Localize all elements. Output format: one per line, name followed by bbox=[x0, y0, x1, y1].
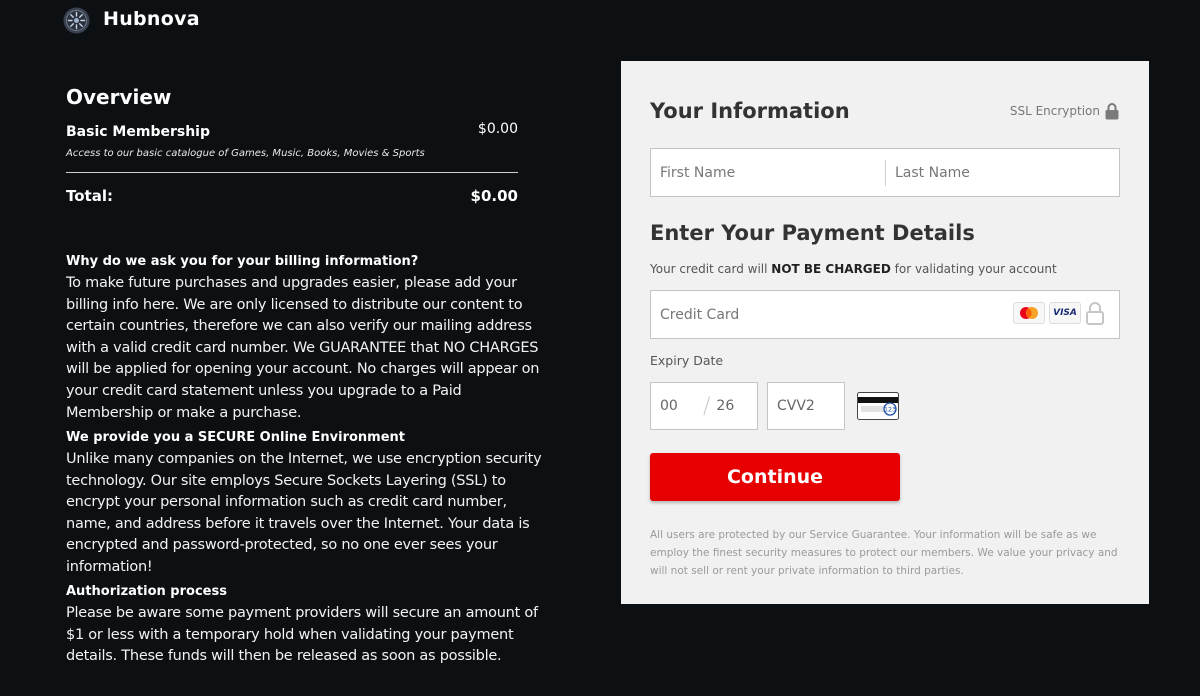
section-heading: Authorization process bbox=[66, 584, 227, 599]
cvv-field bbox=[767, 382, 845, 430]
cvv-card-number: 123 bbox=[884, 406, 896, 413]
section-heading: We provide you a SECURE Online Environme… bbox=[66, 430, 405, 445]
credit-card-input[interactable] bbox=[651, 291, 991, 338]
membership-price: $0.00 bbox=[477, 121, 518, 137]
expiry-separator: / bbox=[703, 393, 711, 419]
order-overview: Overview Basic Membership $0.00 Access t… bbox=[66, 84, 551, 209]
site-header: Hubnova bbox=[0, 0, 1200, 40]
payment-subtitle: Your credit card will NOT BE CHARGED for… bbox=[650, 262, 1057, 276]
payment-subtitle-bold: NOT BE CHARGED bbox=[771, 262, 891, 276]
card-brand-logos: VISA bbox=[1013, 301, 1105, 325]
credit-card-field: VISA bbox=[650, 290, 1120, 339]
your-information-title: Your Information bbox=[650, 99, 850, 123]
hubnova-logo-icon[interactable] bbox=[63, 7, 90, 34]
name-fields bbox=[650, 148, 1120, 197]
secure-environment-section: We provide you a SECURE Online Environme… bbox=[66, 430, 551, 579]
cvv-input[interactable] bbox=[768, 383, 844, 429]
membership-description: Access to our basic catalogue of Games, … bbox=[66, 148, 425, 159]
mastercard-icon bbox=[1013, 302, 1045, 324]
lock-icon bbox=[1105, 103, 1119, 120]
visa-icon: VISA bbox=[1049, 302, 1081, 324]
section-heading: Why do we ask you for your billing infor… bbox=[66, 254, 419, 269]
visa-label: VISA bbox=[1053, 308, 1077, 318]
membership-name: Basic Membership bbox=[66, 124, 210, 140]
overview-title: Overview bbox=[66, 85, 172, 109]
lock-outline-icon bbox=[1086, 302, 1104, 325]
payment-details-title: Enter Your Payment Details bbox=[650, 221, 975, 245]
ssl-label: SSL Encryption bbox=[1009, 104, 1100, 118]
first-name-input[interactable] bbox=[651, 149, 885, 196]
payment-subtitle-prefix: Your credit card will bbox=[650, 262, 772, 276]
continue-button[interactable]: Continue bbox=[650, 453, 900, 501]
expiry-month-input[interactable] bbox=[651, 383, 695, 429]
total-value: $0.00 bbox=[470, 187, 518, 205]
authorization-section: Authorization process Please be aware so… bbox=[66, 584, 551, 668]
expiry-date-label: Expiry Date bbox=[650, 353, 724, 368]
section-text: Unlike many companies on the Internet, w… bbox=[66, 451, 542, 575]
section-text: To make future purchases and upgrades ea… bbox=[66, 275, 540, 421]
brand-name[interactable]: Hubnova bbox=[103, 8, 200, 30]
section-text: Please be aware some payment providers w… bbox=[66, 605, 538, 665]
service-guarantee-text: All users are protected by our Service G… bbox=[650, 529, 1118, 577]
ssl-badge: SSL Encryption bbox=[1010, 102, 1119, 120]
total-row: Total: $0.00 bbox=[66, 173, 518, 209]
total-label: Total: bbox=[66, 187, 113, 205]
membership-line-item: Basic Membership $0.00 Access to our bas… bbox=[66, 121, 518, 168]
expiry-date-field: / bbox=[650, 382, 758, 430]
last-name-input[interactable] bbox=[886, 149, 1118, 196]
billing-info-section: Why do we ask you for your billing infor… bbox=[66, 254, 551, 424]
payment-form-card: Your Information SSL Encryption Enter Yo… bbox=[621, 61, 1149, 604]
expiry-year-input[interactable] bbox=[710, 383, 755, 429]
cvv-card-icon: 123 bbox=[857, 392, 899, 420]
payment-subtitle-suffix: for validating your account bbox=[890, 262, 1057, 276]
